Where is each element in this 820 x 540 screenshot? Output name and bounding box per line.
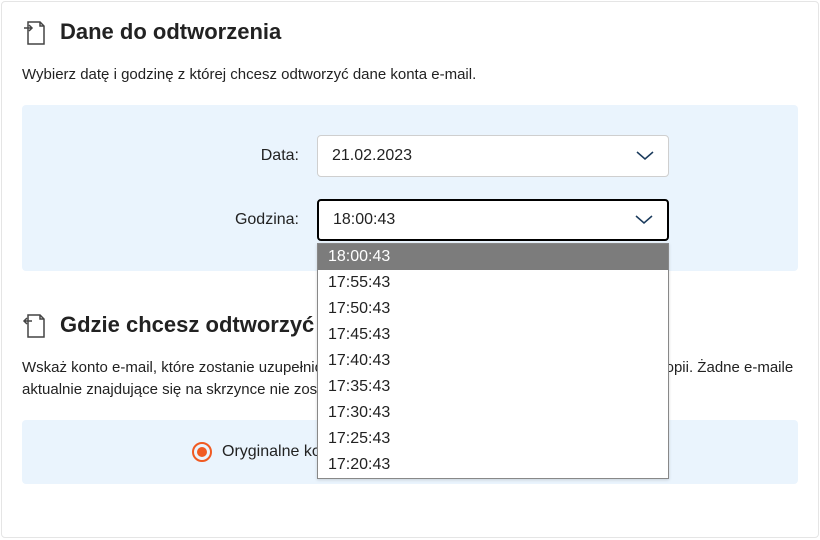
time-select[interactable]: 18:00:43 <box>317 199 669 241</box>
date-label: Data: <box>42 147 317 165</box>
time-option[interactable]: 17:30:43 <box>318 400 668 426</box>
time-option[interactable]: 17:35:43 <box>318 374 668 400</box>
time-option[interactable]: 17:55:43 <box>318 270 668 296</box>
section1-title: Dane do odtworzenia <box>60 19 281 45</box>
time-option[interactable]: 17:50:43 <box>318 296 668 322</box>
time-option[interactable]: 17:20:43 <box>318 452 668 478</box>
time-option[interactable]: 18:00:43 <box>318 244 668 270</box>
document-in-icon <box>22 311 48 339</box>
chevron-down-icon <box>636 151 654 161</box>
time-value: 18:00:43 <box>333 211 395 229</box>
time-label: Godzina: <box>42 211 317 229</box>
section1-header: Dane do odtworzenia <box>22 18 798 46</box>
chevron-down-icon <box>635 215 653 225</box>
date-time-panel: Data: 21.02.2023 Godzina: 18:00:43 <box>22 105 798 271</box>
date-value: 21.02.2023 <box>332 147 412 165</box>
document-out-icon <box>22 18 48 46</box>
date-select[interactable]: 21.02.2023 <box>317 135 669 177</box>
time-dropdown: 18:00:4317:55:4317:50:4317:45:4317:40:43… <box>317 243 669 479</box>
time-option[interactable]: 17:40:43 <box>318 348 668 374</box>
time-option[interactable]: 17:25:43 <box>318 426 668 452</box>
time-option[interactable]: 17:45:43 <box>318 322 668 348</box>
section1-desc: Wybierz datę i godzinę z której chcesz o… <box>22 64 798 87</box>
radio-icon <box>192 442 212 462</box>
